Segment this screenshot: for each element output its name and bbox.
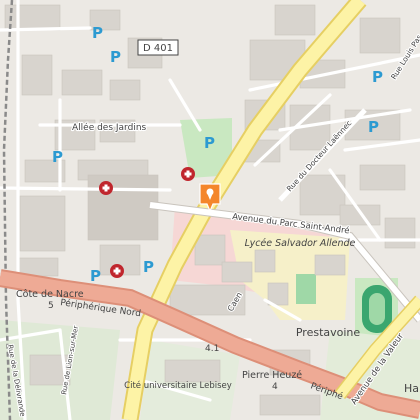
running-track-inner [369, 293, 385, 325]
epopea-number: 4.1 [205, 344, 219, 354]
prestavoine-label: Prestavoine [296, 326, 361, 339]
cote-nacre-number: 5 [48, 301, 54, 311]
cut-place-label: Ha [404, 382, 419, 395]
cite-universitaire-label: Cité universitaire Lebisey [124, 380, 232, 391]
hospital-cross-icon[interactable] [110, 264, 124, 278]
parking-icon[interactable]: P [90, 267, 101, 285]
hospital-cross-icon[interactable] [181, 167, 195, 181]
lycee-label-line1: Lycée Salvador Allende [245, 238, 356, 249]
allee-jardins-label: Allée des Jardins [72, 122, 147, 133]
d401-shield: D 401 [137, 39, 179, 56]
parking-icon[interactable]: P [143, 258, 154, 276]
parking-icon[interactable]: P [372, 68, 383, 86]
hospital-cross-icon[interactable] [99, 181, 113, 195]
green-space [296, 274, 316, 304]
parking-icon[interactable]: P [110, 48, 121, 66]
parking-icon[interactable]: P [204, 134, 215, 152]
d401-label: D 401 [143, 43, 173, 54]
pierre-heuze-label: Pierre Heuzé [242, 370, 302, 381]
parking-icon[interactable]: P [92, 24, 103, 42]
pierre-heuze-number: 4 [272, 382, 278, 392]
cote-nacre-label: Côte de Nacre [16, 289, 84, 300]
parking-icon[interactable]: P [52, 148, 63, 166]
map-view[interactable]: D 401 Allée des Jardins Avenue du Parc S… [0, 0, 420, 420]
parking-icon[interactable]: P [368, 118, 379, 136]
map-canvas[interactable]: D 401 Allée des Jardins Avenue du Parc S… [0, 0, 420, 420]
